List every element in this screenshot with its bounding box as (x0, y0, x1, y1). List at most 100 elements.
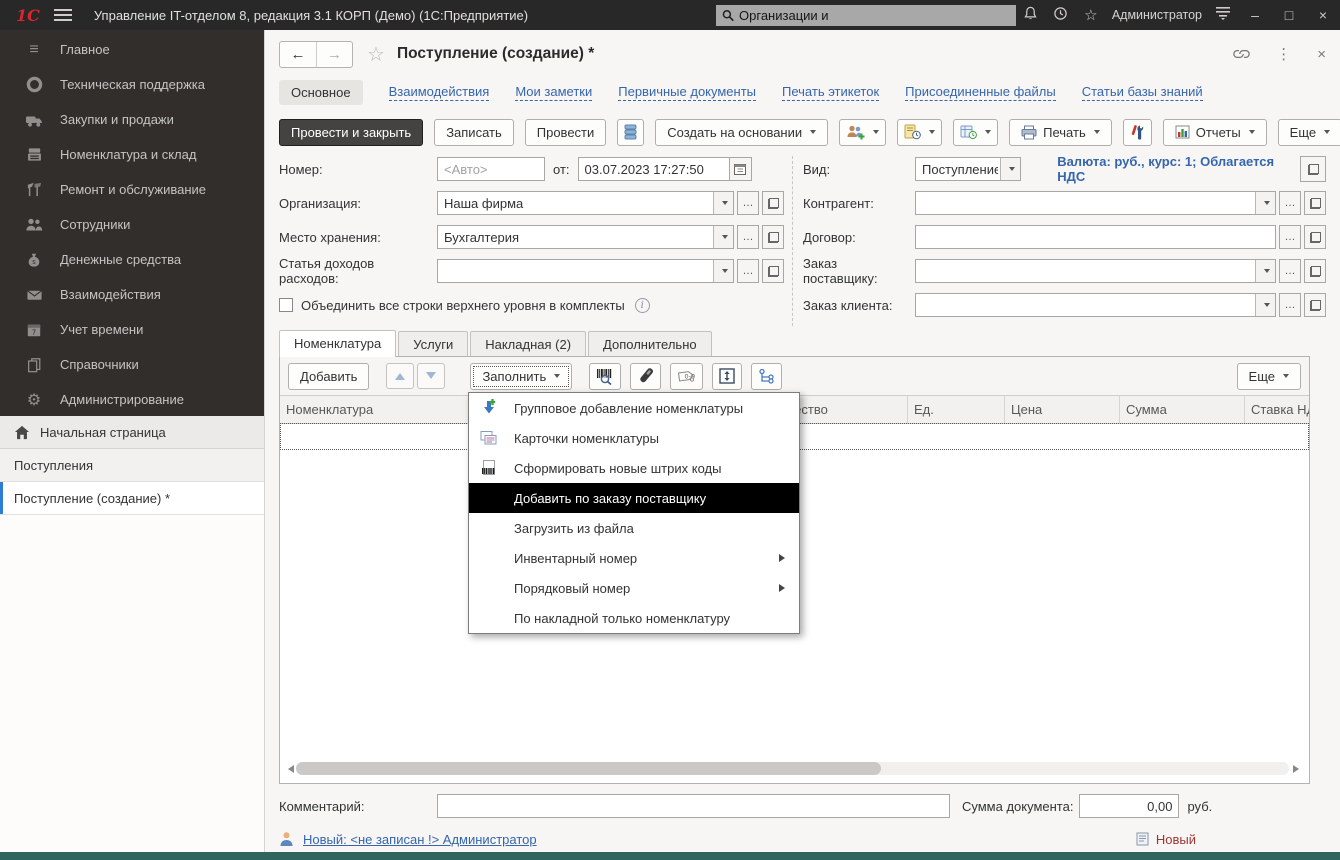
menu-item-add-by-supplier-order[interactable]: Добавить по заказу поставщику (469, 483, 799, 513)
kind-value[interactable] (922, 162, 998, 177)
more-button[interactable]: Еще (1278, 119, 1340, 146)
notifications-bell-icon[interactable] (1016, 6, 1046, 25)
subordination-structure-button[interactable] (617, 119, 644, 146)
choose-button[interactable]: … (737, 191, 759, 215)
date-value[interactable] (585, 162, 723, 177)
sidebar-window-receipts[interactable]: Поступления (0, 449, 264, 482)
currency-link[interactable]: Валюта: руб., курс: 1; Облагается НДС (1057, 154, 1300, 184)
scanner-button[interactable] (630, 363, 661, 390)
add-contact-button[interactable] (839, 119, 886, 146)
table-more-button[interactable]: Еще (1237, 363, 1301, 390)
organization-input[interactable] (437, 191, 734, 215)
income-article-value[interactable] (444, 264, 711, 279)
supplier-order-input[interactable] (915, 259, 1276, 283)
tab-nomenclature[interactable]: Номенклатура (279, 330, 396, 357)
schedule-table-button[interactable] (953, 119, 998, 146)
choose-button[interactable]: … (1279, 225, 1301, 249)
nav-print-labels[interactable]: Печать этикеток (782, 84, 879, 101)
sidebar-item-money[interactable]: s Денежные средства (0, 242, 264, 277)
contract-input[interactable] (915, 225, 1276, 249)
kind-select[interactable] (915, 157, 1021, 181)
scroll-right-arrow[interactable] (1293, 765, 1303, 773)
open-button[interactable] (762, 191, 784, 215)
menu-item-by-invoice-only[interactable]: По накладной только номенклатуру (469, 603, 799, 633)
tab-invoice[interactable]: Накладная (2) (470, 331, 586, 357)
sidebar-item-nomenclature-warehouse[interactable]: Номенклатура и склад (0, 137, 264, 172)
column-header-unit[interactable]: Ед. (908, 396, 1005, 423)
info-icon[interactable]: i (635, 298, 650, 313)
contractor-value[interactable] (922, 196, 1253, 211)
scroll-left-arrow[interactable] (284, 765, 294, 773)
close-form-icon[interactable]: × (1317, 46, 1326, 63)
print-button[interactable]: Печать (1009, 119, 1112, 146)
nav-primary-docs[interactable]: Первичные документы (618, 84, 756, 101)
favorites-star-icon[interactable]: ☆ (1076, 6, 1106, 24)
sidebar-item-main[interactable]: ≡ Главное (0, 32, 264, 67)
global-search[interactable] (716, 5, 1016, 26)
open-button[interactable] (762, 259, 784, 283)
favorite-star-icon[interactable]: ☆ (367, 42, 385, 67)
sidebar-item-repair-service[interactable]: Ремонт и обслуживание (0, 172, 264, 207)
open-button[interactable] (1304, 259, 1326, 283)
nav-interactions[interactable]: Взаимодействия (389, 84, 490, 101)
column-header-price[interactable]: Цена (1005, 396, 1120, 423)
current-user[interactable]: Администратор (1112, 8, 1202, 22)
menu-item-load-from-file[interactable]: Загрузить из файла (469, 513, 799, 543)
open-button[interactable] (1300, 156, 1326, 182)
tab-additional[interactable]: Дополнительно (588, 331, 712, 357)
change-form-button[interactable] (1123, 119, 1152, 146)
move-down-button[interactable] (417, 363, 445, 389)
add-row-button[interactable]: Добавить (288, 363, 369, 390)
choose-button[interactable]: … (1279, 259, 1301, 283)
scrollbar-thumb[interactable] (296, 762, 881, 775)
tab-services[interactable]: Услуги (398, 331, 468, 357)
dropdown-button[interactable] (1255, 192, 1275, 214)
menu-item-inventory-number[interactable]: Инвентарный номер (469, 543, 799, 573)
sidebar-item-tech-support[interactable]: Техническая поддержка (0, 67, 264, 102)
open-button[interactable] (1304, 293, 1326, 317)
nav-kb-articles[interactable]: Статьи базы знаний (1082, 84, 1203, 101)
post-and-close-button[interactable]: Провести и закрыть (279, 119, 423, 146)
dropdown-button[interactable] (1255, 260, 1275, 282)
dropdown-button[interactable] (713, 192, 733, 214)
income-article-input[interactable] (437, 259, 734, 283)
supplier-order-value[interactable] (922, 264, 1253, 279)
combine-checkbox[interactable] (279, 298, 293, 312)
open-button[interactable] (762, 225, 784, 249)
dropdown-button[interactable] (1000, 158, 1020, 180)
column-header-sum[interactable]: Сумма (1120, 396, 1245, 423)
dropdown-button[interactable] (713, 226, 733, 248)
organization-value[interactable] (444, 196, 711, 211)
nav-main[interactable]: Основное (279, 80, 363, 105)
number-value[interactable] (444, 162, 538, 177)
comment-input[interactable] (437, 794, 950, 818)
hierarchy-button[interactable] (751, 363, 782, 390)
save-button[interactable]: Записать (434, 119, 514, 146)
dropdown-button[interactable] (1255, 294, 1275, 316)
search-input[interactable] (739, 8, 1010, 23)
menu-item-serial-number[interactable]: Порядковый номер (469, 573, 799, 603)
client-order-input[interactable] (915, 293, 1276, 317)
main-menu-icon[interactable] (54, 9, 72, 21)
barcode-search-button[interactable] (589, 363, 621, 390)
nav-attached-files[interactable]: Присоединенные файлы (905, 84, 1056, 101)
minimize-button[interactable]: – (1238, 7, 1272, 23)
service-menu-icon[interactable] (1208, 6, 1238, 24)
choose-button[interactable]: … (1279, 293, 1301, 317)
create-based-on-button[interactable]: Создать на основании (655, 119, 828, 146)
maximize-button[interactable]: □ (1272, 7, 1306, 23)
choose-button[interactable]: … (737, 225, 759, 249)
number-tag-button[interactable]: 0-9 (670, 363, 703, 390)
sidebar-home-page[interactable]: Начальная страница (0, 416, 264, 449)
sidebar-item-employees[interactable]: Сотрудники (0, 207, 264, 242)
choose-button[interactable]: … (1279, 191, 1301, 215)
sidebar-item-purchases-sales[interactable]: Закупки и продажи (0, 102, 264, 137)
calendar-picker-button[interactable] (730, 157, 752, 181)
sidebar-item-interactions[interactable]: Взаимодействия (0, 277, 264, 312)
client-order-value[interactable] (922, 298, 1253, 313)
open-button[interactable] (1304, 191, 1326, 215)
close-window-button[interactable]: × (1306, 7, 1340, 23)
nav-my-notes[interactable]: Мои заметки (515, 84, 592, 101)
more-kebab-icon[interactable]: ⋮ (1276, 45, 1291, 63)
reports-button[interactable]: Отчеты (1163, 119, 1267, 146)
